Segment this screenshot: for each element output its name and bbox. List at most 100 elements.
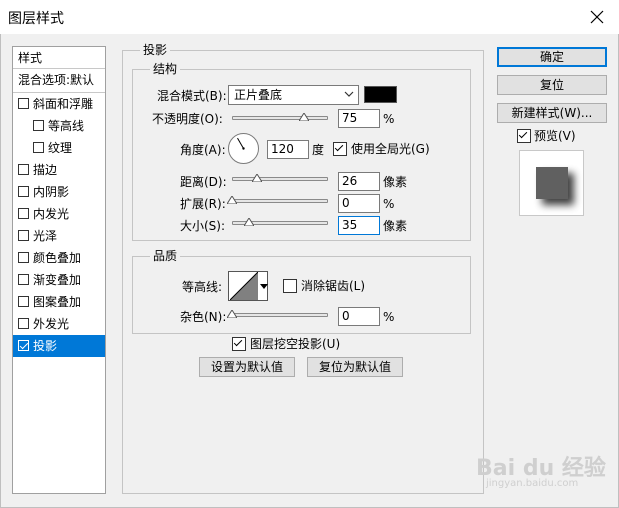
- global-light-label: 使用全局光(G): [351, 142, 430, 156]
- style-list-item-label: 光泽: [33, 229, 58, 243]
- shadow-color-swatch[interactable]: [364, 86, 397, 103]
- chevron-down-icon: [344, 91, 354, 97]
- angle-label: 角度(A):: [180, 143, 226, 157]
- drop-shadow-title: 投影: [140, 43, 171, 57]
- style-list-item[interactable]: 颜色叠加: [13, 247, 105, 269]
- style-list-header: 样式: [13, 47, 105, 69]
- blend-mode-label: 混合模式(B):: [157, 89, 227, 103]
- angle-unit: 度: [312, 143, 325, 157]
- style-list-item-checkbox[interactable]: [18, 318, 29, 329]
- ok-button[interactable]: 确定: [497, 47, 607, 67]
- blend-mode-value: 正片叠底: [234, 88, 283, 102]
- blend-options-label: 混合选项:默认: [18, 73, 95, 87]
- blend-mode-select[interactable]: 正片叠底: [228, 85, 359, 105]
- chevron-down-icon: [260, 284, 268, 289]
- style-list-item-checkbox[interactable]: [18, 296, 29, 307]
- style-preview: [519, 150, 584, 216]
- opacity-unit: %: [383, 112, 395, 126]
- style-list-item-checkbox[interactable]: [18, 98, 29, 109]
- style-list-item-checkbox[interactable]: [33, 142, 44, 153]
- opacity-input[interactable]: 75: [338, 109, 380, 128]
- angle-dial-needle: [237, 137, 245, 150]
- style-list-item[interactable]: 纹理: [13, 137, 105, 159]
- global-light-checkbox[interactable]: [333, 142, 347, 156]
- style-list-item[interactable]: 描边: [13, 159, 105, 181]
- opacity-slider-track[interactable]: [232, 116, 328, 120]
- style-list-item[interactable]: 等高线: [13, 115, 105, 137]
- size-unit: 像素: [383, 219, 408, 233]
- style-list-item-checkbox[interactable]: [18, 164, 29, 175]
- style-list-item-label: 渐变叠加: [33, 273, 82, 287]
- distance-unit: 像素: [383, 175, 408, 189]
- close-button[interactable]: [580, 4, 614, 30]
- preview-label: 预览(V): [534, 129, 576, 143]
- style-list-item-checkbox[interactable]: [18, 274, 29, 285]
- structure-title: 结构: [150, 62, 181, 76]
- set-default-button[interactable]: 设置为默认值: [199, 357, 295, 377]
- contour-label: 等高线:: [182, 280, 223, 294]
- knockout-label: 图层挖空投影(U): [250, 337, 341, 351]
- style-list-item-label: 纹理: [48, 141, 73, 155]
- style-list-item-checkbox[interactable]: [18, 340, 29, 351]
- style-list-item[interactable]: 内发光: [13, 203, 105, 225]
- antialias-label: 消除锯齿(L): [301, 279, 366, 293]
- style-list-item-checkbox[interactable]: [18, 230, 29, 241]
- noise-unit: %: [383, 310, 395, 324]
- noise-label: 杂色(N):: [180, 310, 227, 324]
- style-list-item-checkbox[interactable]: [18, 208, 29, 219]
- style-list-item-label: 颜色叠加: [33, 251, 82, 265]
- title-bar: [0, 0, 619, 34]
- quality-title: 品质: [150, 249, 181, 263]
- distance-slider-thumb[interactable]: [251, 174, 262, 182]
- style-list-item-label: 描边: [33, 163, 58, 177]
- style-list-item[interactable]: 图案叠加: [13, 291, 105, 313]
- blend-options-item[interactable]: 混合选项:默认: [13, 69, 105, 91]
- spread-input[interactable]: 0: [338, 194, 380, 213]
- style-list-item-checkbox[interactable]: [18, 186, 29, 197]
- spread-slider-track[interactable]: [232, 199, 328, 203]
- noise-slider-thumb[interactable]: [227, 310, 237, 318]
- reset-default-button[interactable]: 复位为默认值: [307, 357, 403, 377]
- close-icon: [590, 10, 604, 24]
- opacity-label: 不透明度(O):: [152, 112, 223, 126]
- style-list-item-label: 内发光: [33, 207, 70, 221]
- size-label: 大小(S):: [180, 219, 226, 233]
- angle-needle: [237, 137, 244, 149]
- distance-input[interactable]: 26: [338, 172, 380, 191]
- style-list-item-label: 投影: [33, 339, 58, 353]
- style-list-item[interactable]: 外发光: [13, 313, 105, 335]
- spread-unit: %: [383, 197, 395, 211]
- preview-checkbox[interactable]: [517, 129, 531, 143]
- noise-slider-track[interactable]: [232, 313, 328, 317]
- new-style-button[interactable]: 新建样式(W)...: [497, 103, 607, 123]
- angle-dial[interactable]: [228, 133, 259, 164]
- reset-button[interactable]: 复位: [497, 75, 607, 95]
- window-title: 图层样式: [8, 11, 64, 27]
- style-list-item-label: 等高线: [48, 119, 85, 133]
- size-slider-thumb[interactable]: [244, 218, 255, 226]
- noise-input[interactable]: 0: [338, 307, 380, 326]
- opacity-slider-thumb[interactable]: [299, 113, 309, 121]
- spread-slider-thumb[interactable]: [227, 196, 237, 204]
- knockout-checkbox[interactable]: [232, 337, 246, 351]
- distance-slider-track[interactable]: [232, 177, 328, 181]
- style-list-header-label: 样式: [18, 51, 43, 65]
- size-input[interactable]: 35: [338, 216, 380, 235]
- style-list-item-label: 图案叠加: [33, 295, 82, 309]
- distance-label: 距离(D):: [180, 175, 227, 189]
- contour-picker[interactable]: [228, 271, 268, 301]
- style-list-item-label: 外发光: [33, 317, 70, 331]
- angle-input[interactable]: 120: [267, 140, 309, 159]
- style-list-item[interactable]: 投影: [13, 335, 105, 357]
- angle-center-dot: [242, 147, 245, 150]
- style-list-item-checkbox[interactable]: [33, 120, 44, 131]
- style-list-item[interactable]: 内阴影: [13, 181, 105, 203]
- style-list-item[interactable]: 光泽: [13, 225, 105, 247]
- preview-thumbnail: [536, 167, 574, 205]
- contour-curve-icon: [230, 272, 258, 300]
- style-list-item-checkbox[interactable]: [18, 252, 29, 263]
- style-list-item[interactable]: 斜面和浮雕: [13, 93, 105, 115]
- style-list-item[interactable]: 渐变叠加: [13, 269, 105, 291]
- antialias-checkbox[interactable]: [283, 279, 297, 293]
- style-list-item-label: 斜面和浮雕: [33, 97, 94, 111]
